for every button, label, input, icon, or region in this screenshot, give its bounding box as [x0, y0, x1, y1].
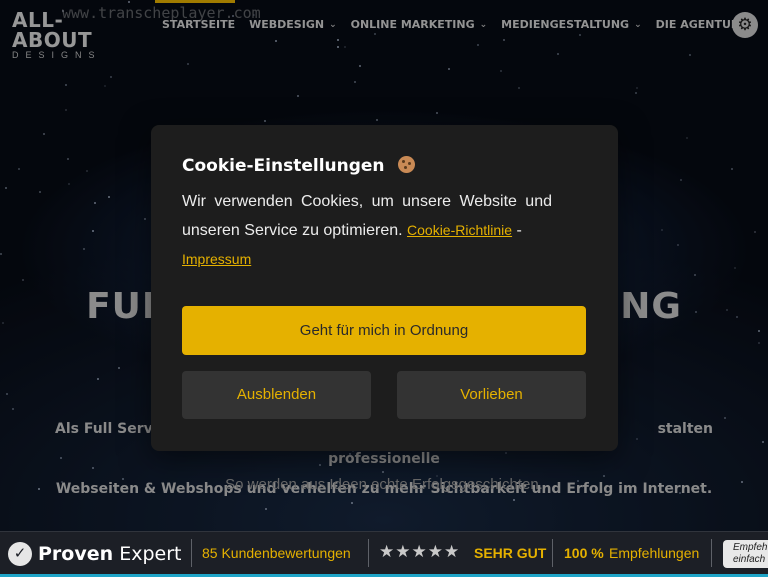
review-count: 85 Kundenbewertungen: [202, 545, 351, 561]
recommend-label: Empfehlungen: [609, 545, 700, 561]
dialog-title: Cookie-Einstellungen: [182, 156, 416, 176]
preferences-button[interactable]: Vorlieben: [397, 371, 586, 419]
brand-bold: Proven: [38, 543, 114, 565]
proven-expert-logo: ✓ Proven Expert: [8, 542, 181, 566]
badge-line-2: einfach: [733, 554, 766, 565]
recommendation-badge[interactable]: Empfeh einfach: [723, 540, 768, 568]
divider: [711, 539, 712, 567]
proven-expert-bar[interactable]: ✓ Proven Expert 85 Kundenbewertungen ★★★…: [0, 531, 768, 577]
divider: [552, 539, 553, 567]
badge-line-1: Empfeh: [733, 542, 768, 553]
cookie-icon: [398, 156, 416, 173]
rating-label: SEHR GUT: [474, 545, 547, 561]
divider: [368, 539, 369, 567]
divider: [191, 539, 192, 567]
cookie-policy-link[interactable]: Cookie-Richtlinie: [407, 222, 512, 238]
check-icon: ✓: [8, 542, 32, 566]
dialog-text: Wir verwenden Cookies, um unsere Website…: [182, 187, 552, 274]
brand-light: Expert: [119, 543, 182, 565]
star-rating-icon: ★★★★★: [379, 542, 461, 561]
hide-button[interactable]: Ausblenden: [182, 371, 371, 419]
proven-expert-brand: Proven Expert: [38, 543, 181, 565]
imprint-link[interactable]: Impressum: [182, 251, 251, 267]
dialog-title-text: Cookie-Einstellungen: [182, 156, 385, 176]
accept-cookies-button[interactable]: Geht für mich in Ordnung: [182, 306, 586, 355]
recommend-percentage: 100 %: [564, 545, 604, 561]
link-separator: -: [516, 222, 522, 239]
cookie-consent-dialog: Cookie-Einstellungen Wir verwenden Cooki…: [151, 125, 618, 451]
